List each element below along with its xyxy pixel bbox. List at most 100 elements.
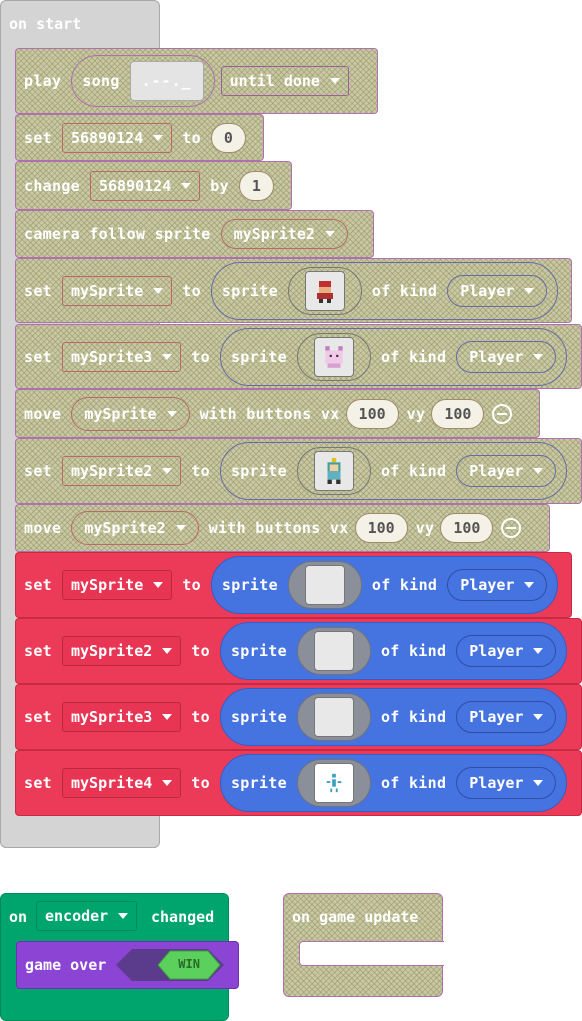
set-sprite-block[interactable]: set mySprite2 to sprite of kind Player <box>15 618 582 684</box>
set-sprite-block[interactable]: set mySprite4 to sprite of kind Player <box>15 750 582 816</box>
chevron-down-icon <box>324 231 335 237</box>
camera-follow-label: camera follow sprite <box>24 225 211 243</box>
sprite-variable-dropdown[interactable]: mySprite4 <box>62 768 182 798</box>
sprite-image-field[interactable] <box>296 627 371 675</box>
sprite-create-reporter[interactable]: sprite of kind Player <box>210 556 559 614</box>
chevron-down-icon <box>533 468 544 474</box>
win-label: WIN <box>178 957 200 971</box>
sprite-create-reporter[interactable]: sprite of kind Player <box>210 261 559 320</box>
with-buttons-vx-label: with buttons vx <box>199 404 340 423</box>
variable-dropdown[interactable]: 56890124 <box>62 122 173 153</box>
sprite-create-reporter[interactable]: sprite of kind Player <box>219 327 568 386</box>
set-keyword: set <box>24 576 52 594</box>
encoder-dropdown[interactable]: encoder <box>36 901 138 931</box>
vy-keyword: vy <box>415 519 435 537</box>
kind-dropdown[interactable]: Player <box>456 340 557 373</box>
chevron-down-icon <box>533 648 544 654</box>
to-keyword: to <box>182 281 201 300</box>
set-sprite-block[interactable]: set mySprite2 to sprite of kind Player <box>15 438 582 504</box>
sprite-create-reporter[interactable]: sprite of kind Player <box>219 622 568 680</box>
move-with-buttons-block[interactable]: move mySprite2 with buttons vx 100 vy 10… <box>15 504 550 552</box>
variable-name: 56890124 <box>71 128 144 147</box>
encoder-name: encoder <box>45 907 109 925</box>
on-game-update-event[interactable]: on game update <box>283 893 444 997</box>
sprite-keyword: sprite <box>221 281 278 300</box>
sprite-image-field[interactable] <box>296 447 371 495</box>
set-sprite-block[interactable]: set mySprite3 to sprite of kind Player <box>15 684 582 750</box>
sprite-variable-name: mySprite2 <box>71 642 153 660</box>
sprite-variable-dropdown[interactable]: mySprite <box>71 396 190 431</box>
sprite-variable-dropdown[interactable]: mySprite2 <box>220 219 348 249</box>
sprite-variable-dropdown[interactable]: mySprite2 <box>62 456 182 486</box>
remove-argument-icon[interactable] <box>501 518 522 538</box>
chevron-down-icon <box>162 780 173 786</box>
sprite-image-field[interactable] <box>296 693 371 741</box>
vx-input[interactable]: 100 <box>354 513 408 543</box>
sprite-variable-dropdown[interactable]: mySprite3 <box>62 341 182 372</box>
to-keyword: to <box>191 774 210 792</box>
vy-input[interactable]: 100 <box>431 398 485 429</box>
chevron-down-icon <box>533 714 544 720</box>
on-encoder-changed-event[interactable]: on encoder changed game over WIN <box>0 893 239 1021</box>
to-keyword: to <box>191 462 210 480</box>
chevron-down-icon <box>162 468 173 474</box>
sprite-variable-dropdown[interactable]: mySprite <box>62 570 173 600</box>
chevron-down-icon <box>153 582 164 588</box>
sprite-variable-dropdown[interactable]: mySprite2 <box>71 511 199 545</box>
set-keyword: set <box>24 281 52 300</box>
until-done-dropdown[interactable]: until done <box>220 66 349 96</box>
song-reporter[interactable]: song .--._ <box>71 55 215 107</box>
kind-dropdown[interactable]: Player <box>456 455 557 487</box>
vy-input[interactable]: 100 <box>440 513 494 543</box>
set-variable-block[interactable]: set 56890124 to 0 <box>15 114 264 161</box>
value-input[interactable]: 1 <box>238 170 274 201</box>
remove-argument-icon[interactable] <box>492 403 513 424</box>
sprite-create-reporter[interactable]: sprite of kind Player <box>219 442 568 500</box>
vx-input[interactable]: 100 <box>345 398 399 429</box>
sprite-variable-dropdown[interactable]: mySprite2 <box>62 636 182 666</box>
set-sprite-block[interactable]: set mySprite3 to sprite of kind Player <box>15 324 582 389</box>
on-start-label: on start <box>9 15 82 33</box>
changed-keyword: changed <box>151 908 215 926</box>
move-with-buttons-block[interactable]: move mySprite with buttons vx 100 vy 100 <box>15 389 540 438</box>
sprite-thumbnail <box>313 631 354 671</box>
kind-name: Player <box>460 281 515 300</box>
sprite-variable-dropdown[interactable]: mySprite3 <box>62 702 182 732</box>
play-song-block[interactable]: play song .--._ until done <box>15 48 378 114</box>
chevron-down-icon <box>181 182 192 189</box>
song-editor-field[interactable]: .--._ <box>129 61 204 101</box>
sprite-keyword: sprite <box>230 462 287 480</box>
variable-dropdown[interactable]: 56890124 <box>90 170 201 201</box>
kind-dropdown[interactable]: Player <box>447 569 548 601</box>
set-sprite-block[interactable]: set mySprite to sprite of kind Player <box>15 258 572 323</box>
set-keyword: set <box>24 128 52 147</box>
chevron-down-icon <box>153 287 164 294</box>
chevron-down-icon <box>166 410 177 417</box>
on-game-update-label: on game update <box>292 908 419 926</box>
chevron-down-icon <box>153 134 164 141</box>
sprite-image-field[interactable] <box>287 266 362 315</box>
sprite-image-field[interactable] <box>296 332 371 381</box>
until-done-label: until done <box>229 72 320 90</box>
win-boolean-slot[interactable]: WIN <box>116 949 225 981</box>
empty-statement-slot[interactable] <box>299 941 444 966</box>
sprite-image-field[interactable] <box>296 759 371 807</box>
kind-dropdown[interactable]: Player <box>447 274 548 307</box>
chevron-down-icon <box>118 913 129 919</box>
game-over-block[interactable]: game over WIN <box>16 941 239 989</box>
set-keyword: set <box>24 708 52 726</box>
camera-follow-block[interactable]: camera follow sprite mySprite2 <box>15 210 374 258</box>
sprite-variable-name: mySprite <box>84 404 157 423</box>
kind-dropdown[interactable]: Player <box>456 767 557 799</box>
change-variable-block[interactable]: change 56890124 by 1 <box>15 161 292 210</box>
value-input[interactable]: 0 <box>210 122 246 153</box>
sprite-variable-dropdown[interactable]: mySprite <box>62 275 173 306</box>
sprite-create-reporter[interactable]: sprite of kind Player <box>219 688 568 746</box>
set-sprite-block[interactable]: set mySprite to sprite of kind Player <box>15 552 572 618</box>
kind-dropdown[interactable]: Player <box>456 701 557 733</box>
kind-name: Player <box>460 576 515 594</box>
chevron-down-icon <box>175 525 186 531</box>
sprite-create-reporter[interactable]: sprite of kind Player <box>219 754 568 812</box>
kind-dropdown[interactable]: Player <box>456 635 557 667</box>
sprite-image-field[interactable] <box>287 561 362 609</box>
